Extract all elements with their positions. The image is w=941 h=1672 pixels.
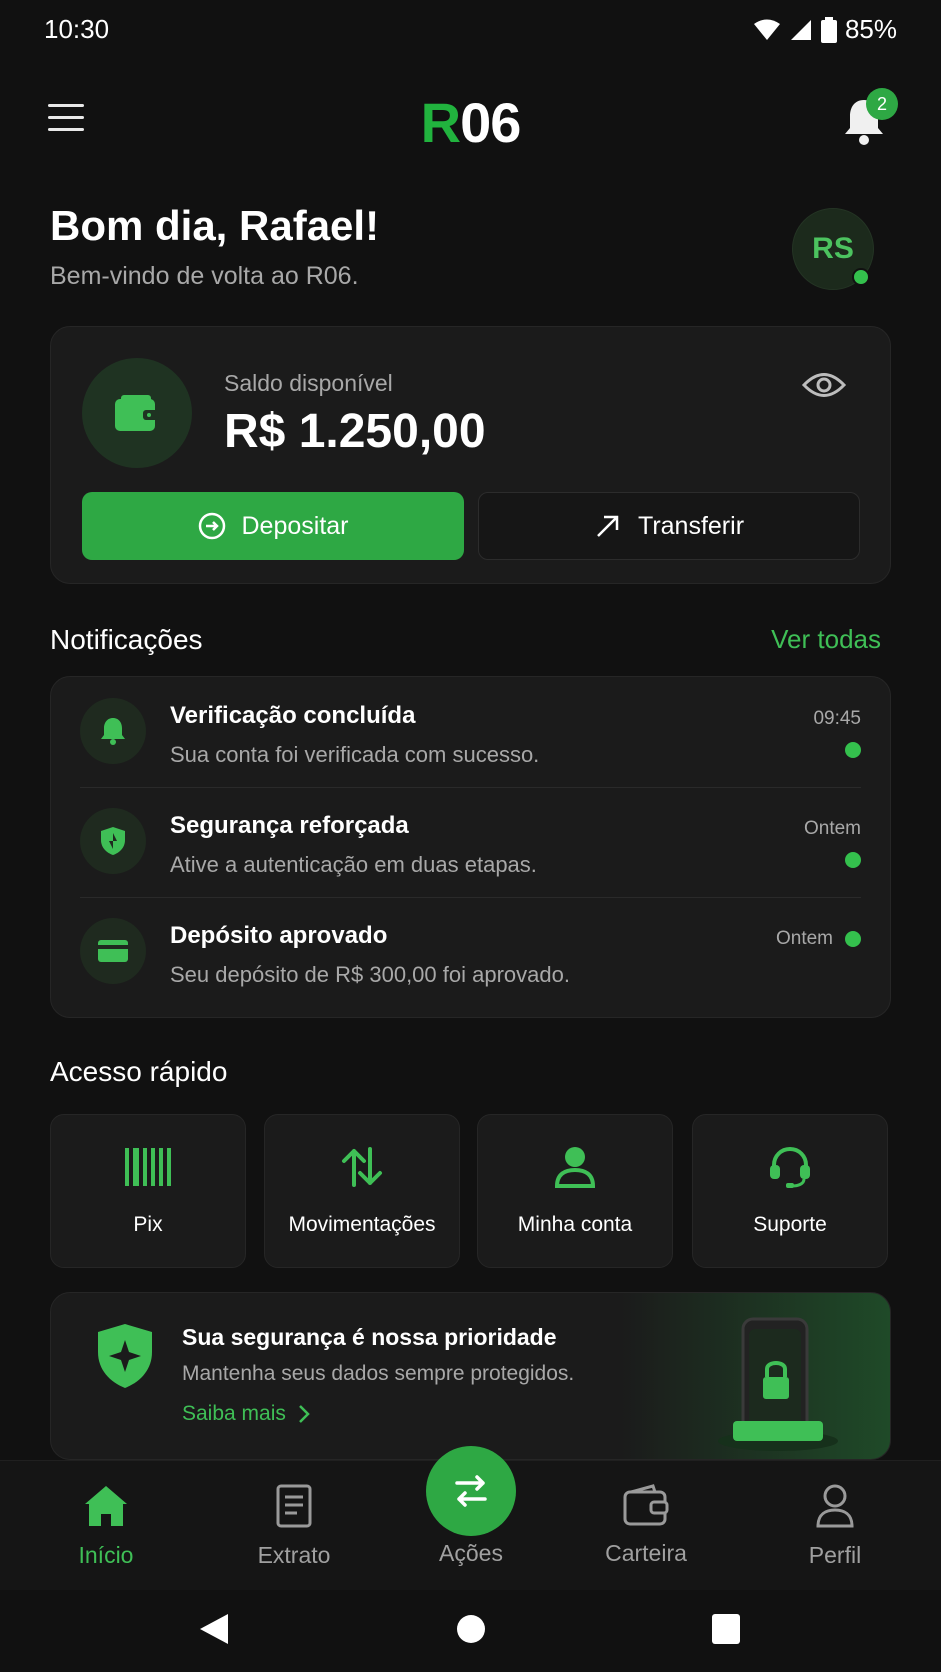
nav-wallet[interactable]: Carteira bbox=[586, 1484, 706, 1567]
actions-icon bbox=[455, 1475, 487, 1507]
actions-button[interactable] bbox=[426, 1446, 516, 1536]
app-logo: R06 bbox=[420, 91, 522, 154]
deposit-label: Depositar bbox=[241, 511, 349, 540]
bell-icon bbox=[80, 698, 146, 764]
phone-lock-illustration bbox=[718, 1317, 838, 1451]
notification-subtitle: Seu depósito de R$ 300,00 foi aprovado. bbox=[170, 962, 570, 987]
transfer-arrows-icon bbox=[340, 1143, 384, 1191]
balance-label: Saldo disponível bbox=[224, 370, 393, 396]
greeting-subtitle: Bem-vindo de volta ao R06. bbox=[50, 262, 359, 290]
barcode-icon bbox=[125, 1143, 171, 1191]
battery-level: 85% bbox=[844, 14, 897, 44]
notification-title: Depósito aprovado bbox=[170, 922, 388, 949]
deposit-button[interactable]: Depositar bbox=[82, 492, 464, 560]
unread-dot bbox=[845, 852, 861, 868]
notification-subtitle: Sua conta foi verificada com sucesso. bbox=[170, 742, 540, 767]
learn-more-link[interactable]: Saiba mais bbox=[182, 1402, 310, 1426]
signal-icon bbox=[790, 19, 811, 40]
person-icon bbox=[816, 1484, 854, 1528]
shield-icon bbox=[80, 808, 146, 874]
nav-label: Extrato bbox=[257, 1542, 331, 1568]
nav-label: Perfil bbox=[808, 1542, 862, 1568]
card-icon bbox=[80, 918, 146, 984]
quick-access-pix[interactable]: Pix bbox=[50, 1114, 246, 1268]
quick-access-support[interactable]: Suporte bbox=[692, 1114, 888, 1268]
see-all-link[interactable]: Ver todas bbox=[771, 624, 881, 655]
notification-item[interactable]: Depósito aprovado Seu depósito de R$ 300… bbox=[80, 898, 861, 1008]
notification-item[interactable]: Verificação concluída Sua conta foi veri… bbox=[80, 678, 861, 788]
notification-time: Ontem bbox=[803, 818, 861, 839]
quick-access-title: Acesso rápido bbox=[50, 1056, 228, 1087]
home-circle-icon[interactable] bbox=[456, 1614, 486, 1649]
security-subtitle: Mantenha seus dados sempre protegidos. bbox=[182, 1362, 575, 1385]
shield-icon bbox=[96, 1322, 154, 1395]
notification-title: Verificação concluída bbox=[170, 702, 416, 729]
learn-more-label: Saiba mais bbox=[182, 1402, 286, 1425]
transfer-label: Transferir bbox=[637, 511, 745, 540]
status-icons: 85% bbox=[753, 14, 897, 45]
nav-statement[interactable]: Extrato bbox=[234, 1484, 354, 1569]
notification-count-badge: 2 bbox=[866, 88, 898, 120]
wallet-icon bbox=[82, 358, 192, 468]
balance-value: R$ 1.250,00 bbox=[224, 405, 486, 458]
security-title: Sua segurança é nossa prioridade bbox=[182, 1324, 557, 1350]
nav-label: Carteira bbox=[605, 1540, 687, 1566]
battery-icon bbox=[820, 16, 837, 43]
quick-access-label: Suporte bbox=[753, 1213, 827, 1236]
notification-time: Ontem bbox=[775, 928, 833, 949]
wallet-icon bbox=[623, 1484, 669, 1526]
notifications-section-title: Notificações bbox=[50, 624, 203, 655]
notification-subtitle: Ative a autenticação em duas etapas. bbox=[170, 852, 537, 877]
nav-home[interactable]: Início bbox=[46, 1484, 166, 1569]
quick-access-account[interactable]: Minha conta bbox=[477, 1114, 673, 1268]
quick-access-label: Minha conta bbox=[517, 1213, 633, 1236]
nav-label[interactable]: Ações bbox=[411, 1540, 531, 1567]
chevron-right-icon bbox=[299, 1405, 310, 1423]
wifi-icon bbox=[753, 19, 780, 40]
recents-icon[interactable] bbox=[712, 1614, 740, 1649]
eye-icon[interactable] bbox=[801, 370, 847, 400]
back-icon[interactable] bbox=[198, 1612, 230, 1651]
nav-label: Início bbox=[78, 1542, 134, 1568]
nav-profile[interactable]: Perfil bbox=[775, 1484, 895, 1569]
status-time: 10:30 bbox=[44, 14, 110, 44]
unread-dot bbox=[845, 742, 861, 758]
notification-title: Segurança reforçada bbox=[170, 812, 409, 839]
arrow-up-right-icon bbox=[597, 515, 619, 537]
headset-icon bbox=[768, 1143, 812, 1191]
unread-dot bbox=[845, 931, 861, 947]
online-status-dot bbox=[852, 268, 870, 286]
document-icon bbox=[276, 1484, 312, 1528]
notification-item[interactable]: Segurança reforçada Ative a autenticação… bbox=[80, 788, 861, 898]
quick-access-label: Movimentações bbox=[288, 1213, 436, 1236]
arrow-circle-icon bbox=[198, 512, 225, 540]
greeting-title: Bom dia, Rafael! bbox=[50, 202, 380, 249]
notification-time: 09:45 bbox=[813, 708, 861, 729]
quick-access-movements[interactable]: Movimentações bbox=[264, 1114, 460, 1268]
transfer-button[interactable]: Transferir bbox=[478, 492, 860, 560]
home-icon bbox=[85, 1486, 127, 1526]
quick-access-label: Pix bbox=[133, 1213, 163, 1236]
user-icon bbox=[555, 1143, 595, 1191]
